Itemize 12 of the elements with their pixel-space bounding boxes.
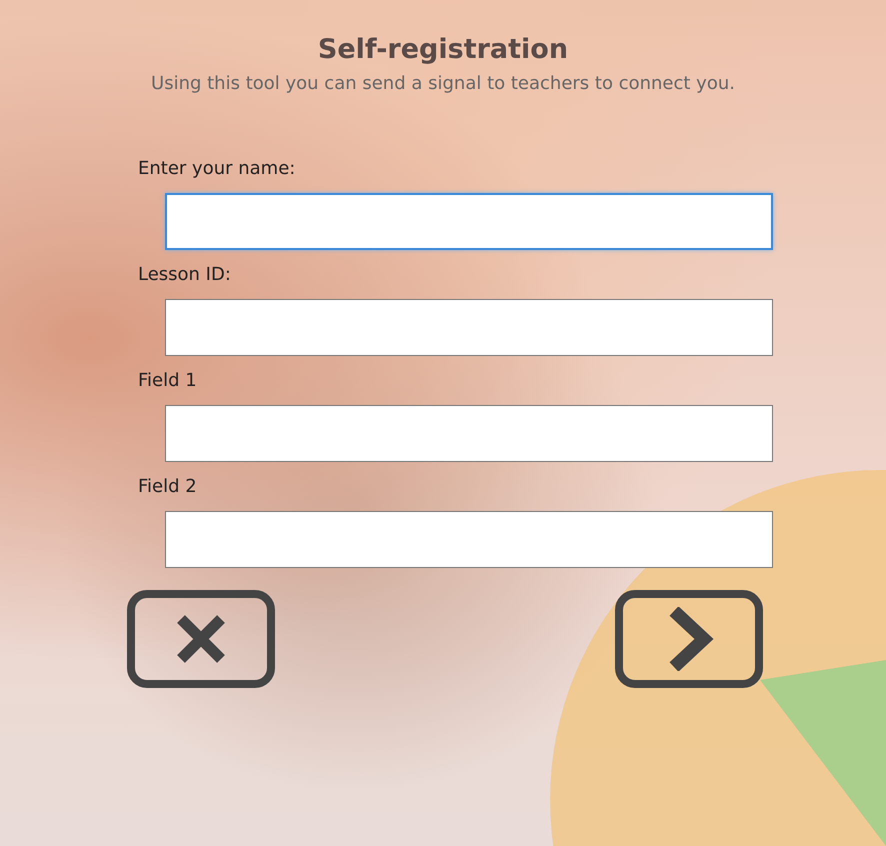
field-label: Lesson ID: [138,264,232,285]
dialog-title: Self-registration [318,34,568,65]
field-label: Enter your name: [138,158,296,179]
cancel-button[interactable] [127,590,275,688]
next-button[interactable] [615,590,763,688]
field-label: Field 2 [138,476,198,497]
dialog-subtitle: Using this tool you can send a signal to teachers to connect you. [151,73,735,94]
field-label: Field 1 [138,370,198,391]
input-field[interactable] [165,299,773,356]
input-field[interactable] [165,511,773,568]
input-field[interactable] [165,193,773,250]
input-field[interactable] [165,405,773,462]
